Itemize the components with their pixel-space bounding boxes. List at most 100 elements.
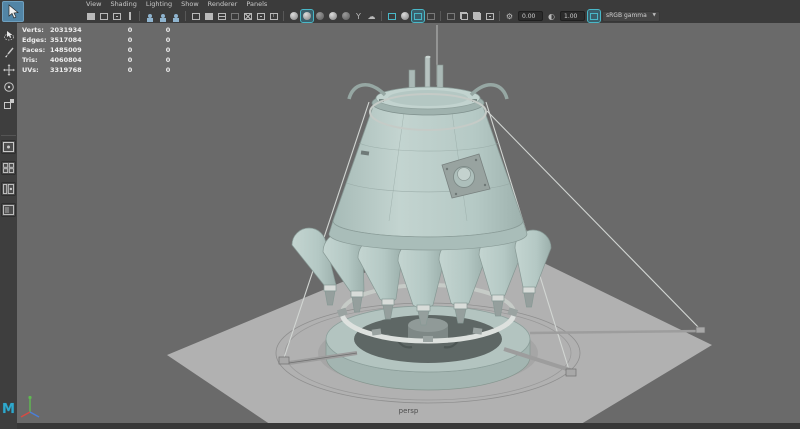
view-transform-toggle-icon[interactable] (588, 10, 600, 22)
engine-base (326, 306, 530, 390)
use-all-lights-icon[interactable] (327, 10, 339, 22)
layout-two-pane-button[interactable] (1, 182, 16, 196)
isolate-select-icon[interactable] (386, 10, 398, 22)
hud-total: 2031934 (50, 25, 110, 35)
field-chart-icon[interactable] (445, 10, 457, 22)
layout-four-pane-button[interactable] (1, 161, 16, 175)
hud-row-faces: Faces: 1485009 0 0 (22, 45, 186, 55)
exposure-field[interactable]: 0.00 (518, 11, 543, 21)
smooth-shade-all-icon[interactable] (203, 10, 215, 22)
menu-panels[interactable]: Panels (246, 0, 267, 9)
toolbox-divider (1, 135, 16, 136)
toolbar-separator (139, 11, 140, 21)
menu-view[interactable]: View (86, 0, 101, 9)
joints-display-icon[interactable] (157, 10, 169, 22)
shaded-display-icon[interactable] (301, 10, 313, 22)
toolbar-separator (499, 11, 500, 21)
material-viewer-icon[interactable] (399, 10, 411, 22)
hud-selected: 0 (112, 35, 148, 45)
menu-lighting[interactable]: Lighting (146, 0, 172, 9)
hud-label: Faces: (22, 45, 48, 55)
hud-other: 0 (150, 65, 186, 75)
lock-camera-icon[interactable] (98, 10, 110, 22)
plate-icon[interactable] (425, 10, 437, 22)
view-transform-value: sRGB gamma (606, 11, 647, 21)
viewport-renderer-icon[interactable] (412, 10, 424, 22)
two-pane-icon (3, 184, 14, 194)
viewport-bottom-edge (17, 423, 800, 429)
gamma-contrast-icon[interactable]: ◐ (546, 10, 558, 22)
move-tool-button[interactable] (2, 63, 15, 76)
hud-row-uvs: UVs: 3319768 0 0 (22, 65, 186, 75)
wireframe-icon[interactable] (190, 10, 202, 22)
hud-total: 4060804 (50, 55, 110, 65)
camera-attributes-icon[interactable] (111, 10, 123, 22)
hud-selected: 0 (112, 65, 148, 75)
layout-outliner-persp-button[interactable] (1, 203, 16, 217)
outliner-layout-icon (3, 205, 14, 215)
hud-other: 0 (150, 45, 186, 55)
four-pane-icon (3, 163, 14, 173)
xray-joints-icon[interactable] (255, 10, 267, 22)
toolbar-separator (283, 11, 284, 21)
move-icon (3, 64, 15, 76)
rotate-icon (3, 81, 15, 93)
character-display-icon[interactable] (144, 10, 156, 22)
poly-count-hud: Verts: 2031934 0 0 Edges: 3517084 0 0 Fa… (22, 25, 186, 75)
rotate-tool-button[interactable] (2, 80, 15, 93)
hud-label: Edges: (22, 35, 48, 45)
toolbox-sidebar (0, 23, 17, 429)
hud-other: 0 (150, 25, 186, 35)
view-transform-dropdown[interactable]: sRGB gamma ▼ (602, 11, 660, 22)
lasso-tool-button[interactable] (2, 29, 15, 42)
hud-row-tris: Tris: 4060804 0 0 (22, 55, 186, 65)
select-camera-icon[interactable] (85, 10, 97, 22)
shadows-icon[interactable] (340, 10, 352, 22)
textured-display-icon[interactable] (314, 10, 326, 22)
menu-renderer[interactable]: Renderer (208, 0, 238, 9)
perspective-viewport[interactable]: Verts: 2031934 0 0 Edges: 3517084 0 0 Fa… (17, 23, 800, 429)
hud-total: 3319768 (50, 65, 110, 75)
maya-logo: M (2, 403, 15, 417)
toolbar-separator (185, 11, 186, 21)
hud-label: Tris: (22, 55, 48, 65)
toolbar-separator (381, 11, 382, 21)
scale-icon (3, 98, 15, 110)
ambient-occlusion-icon[interactable]: ☁ (366, 10, 378, 22)
hud-label: Verts: (22, 25, 48, 35)
hud-selected: 0 (112, 55, 148, 65)
paint-select-tool-button[interactable] (2, 46, 15, 59)
cursor-arrow-icon (7, 4, 20, 19)
hud-row-edges: Edges: 3517084 0 0 (22, 35, 186, 45)
default-light-icon[interactable]: Y (353, 10, 365, 22)
gamma-field[interactable]: 1.00 (560, 11, 585, 21)
select-tool-button[interactable] (2, 1, 24, 22)
panel-toolbar: T Y ☁ ⚙ 0.00 ◐ 1.00 sRG (84, 9, 660, 23)
hud-row-verts: Verts: 2031934 0 0 (22, 25, 186, 35)
flat-shade-all-icon[interactable] (216, 10, 228, 22)
hud-selected: 0 (112, 25, 148, 35)
bounding-box-icon[interactable] (229, 10, 241, 22)
hud-total: 3517084 (50, 35, 110, 45)
layout-single-pane-button[interactable] (1, 140, 16, 154)
grease-pencil-icon[interactable] (170, 10, 182, 22)
use-default-material-icon[interactable] (288, 10, 300, 22)
hud-selected: 0 (112, 45, 148, 55)
scene-3d-view (17, 23, 800, 429)
hud-other: 0 (150, 35, 186, 45)
menu-show[interactable]: Show (181, 0, 199, 9)
camera-label: persp (17, 407, 800, 415)
box-arrow-icon[interactable] (484, 10, 496, 22)
menu-shading[interactable]: Shading (110, 0, 136, 9)
maya-window: View Shading Lighting Show Renderer Pane… (0, 0, 800, 429)
exposure-gear-icon[interactable]: ⚙ (504, 10, 516, 22)
stacked-squares-icon[interactable] (458, 10, 470, 22)
xray-icon[interactable] (242, 10, 254, 22)
textured-icon[interactable]: T (268, 10, 280, 22)
scale-tool-button[interactable] (2, 97, 15, 110)
stacked-squares-filled-icon[interactable] (471, 10, 483, 22)
single-pane-icon (3, 142, 14, 152)
bookmark-icon[interactable] (124, 10, 136, 22)
paint-brush-icon (3, 47, 15, 59)
hud-other: 0 (150, 55, 186, 65)
